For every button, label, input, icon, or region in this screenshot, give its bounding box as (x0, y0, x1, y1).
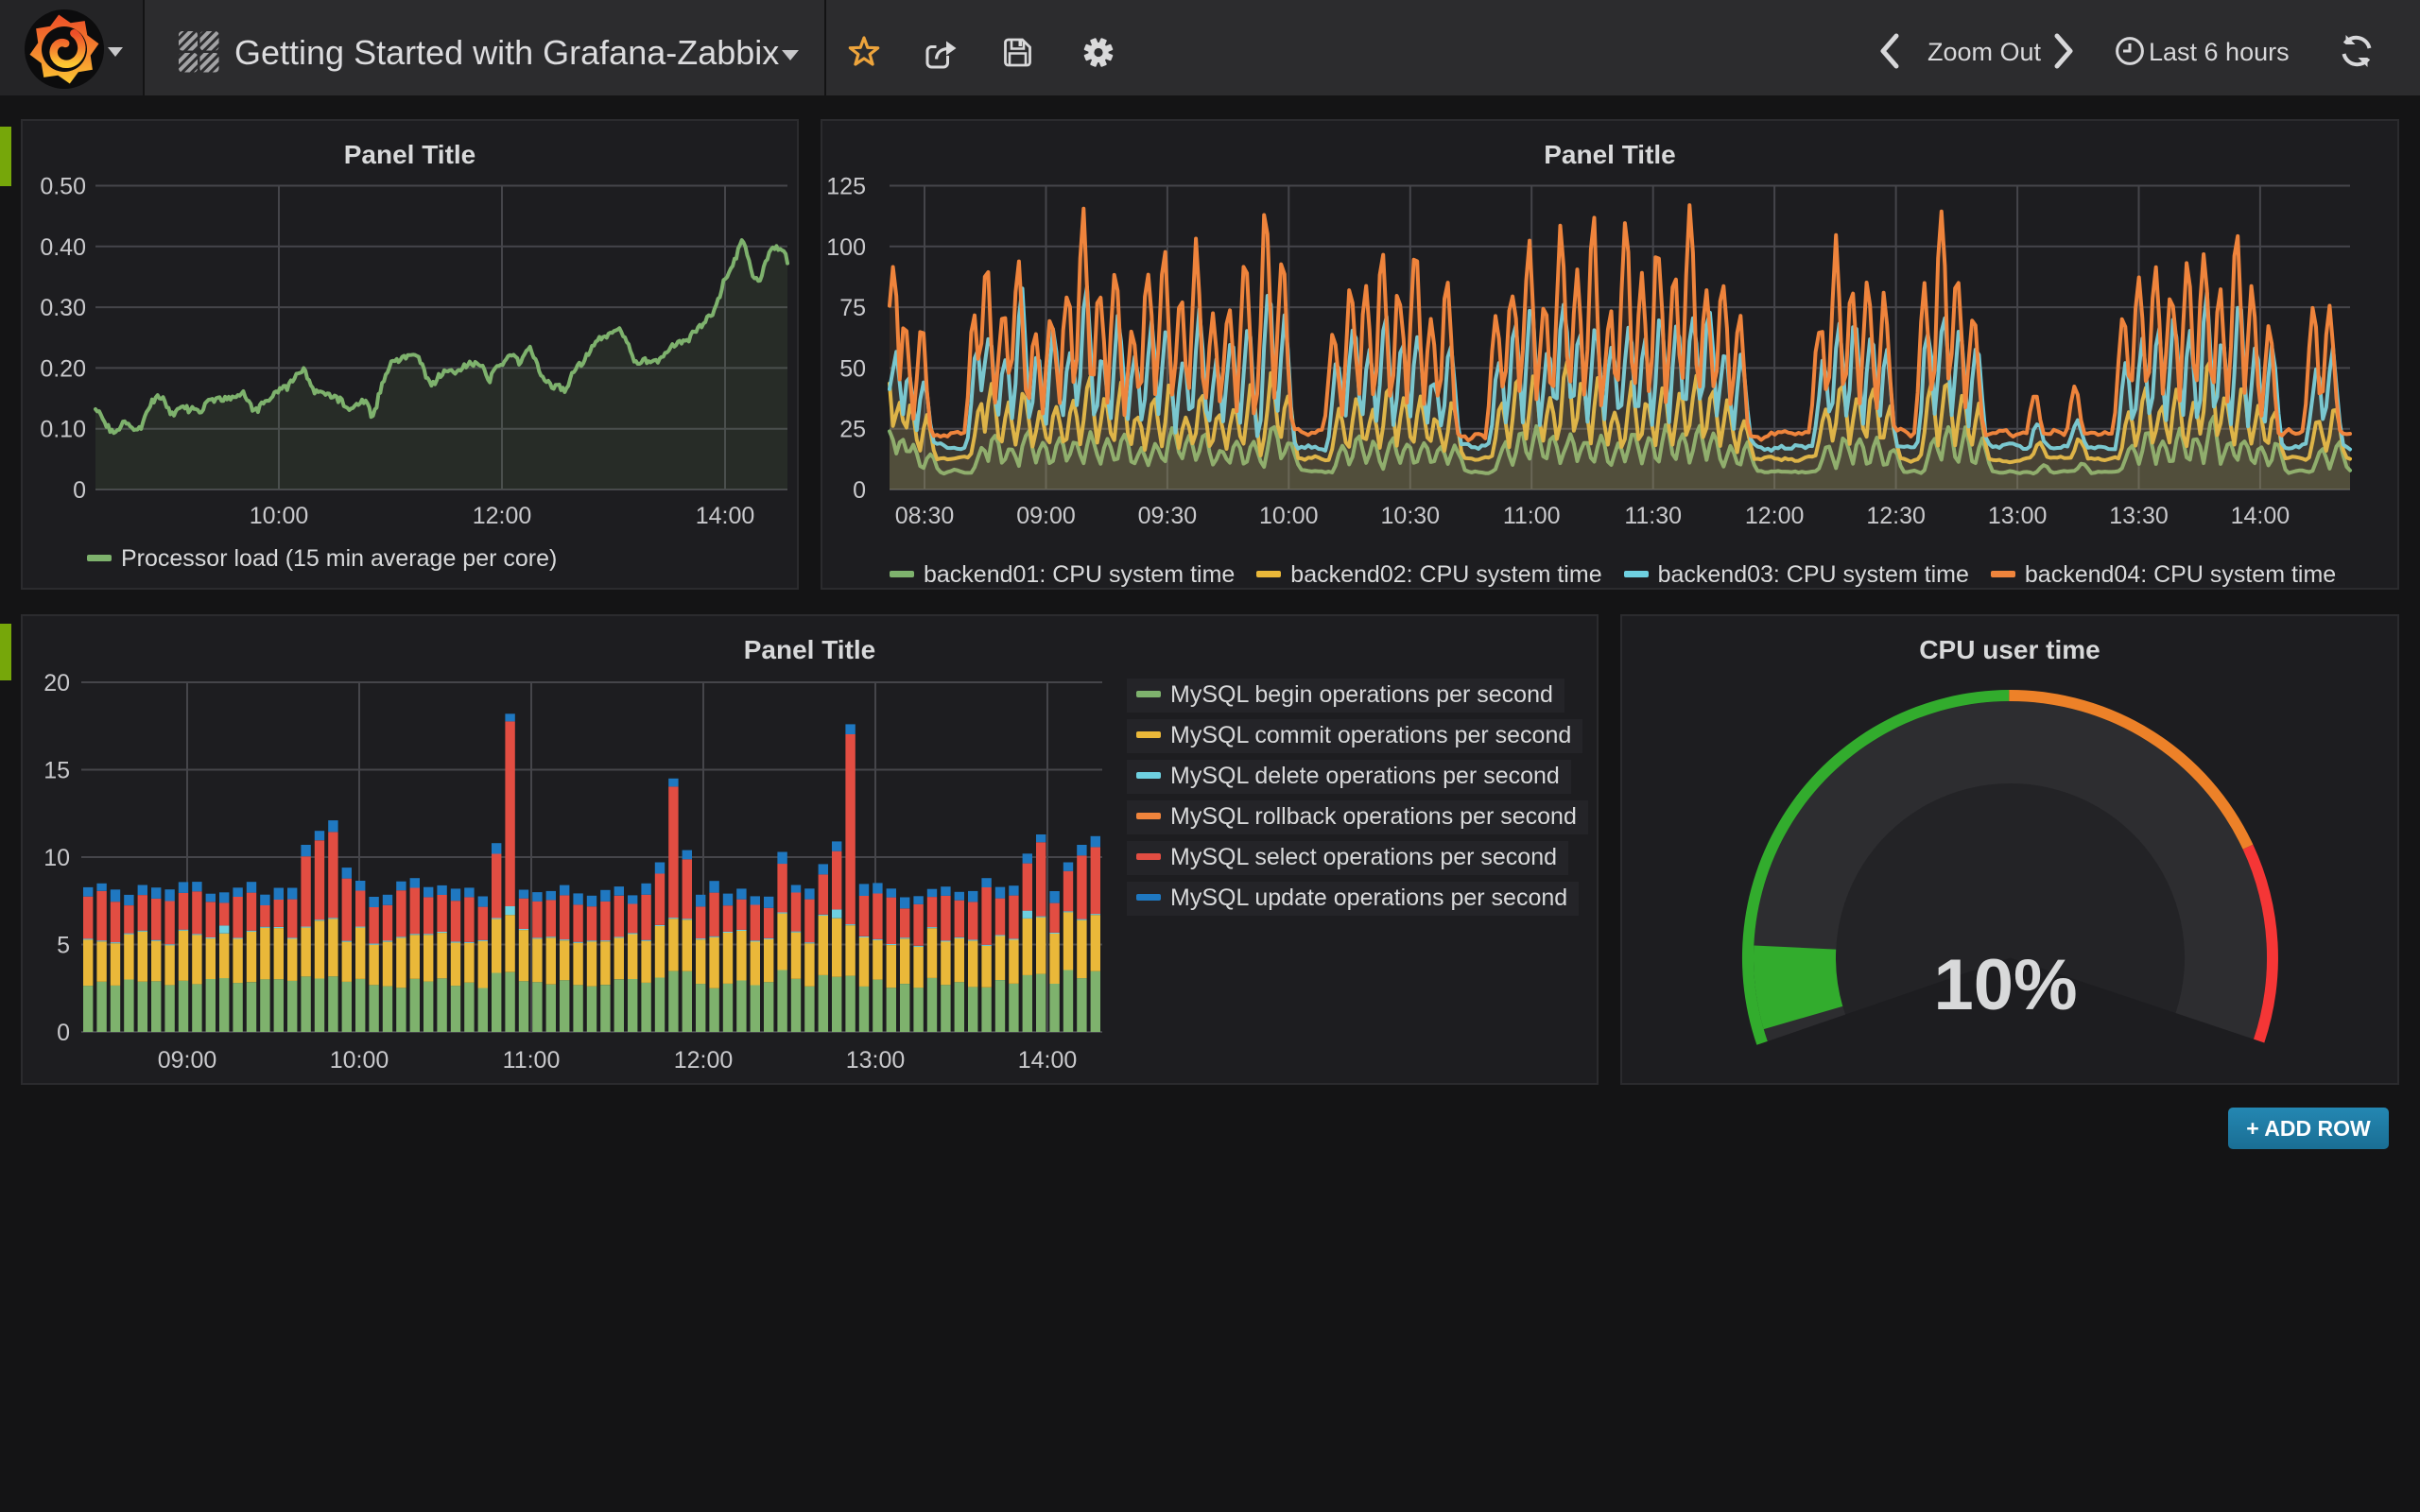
svg-text:14:00: 14:00 (1018, 1047, 1078, 1074)
svg-text:12:00: 12:00 (473, 503, 532, 529)
svg-text:5: 5 (57, 933, 70, 959)
svg-text:125: 125 (826, 174, 866, 200)
svg-text:12:00: 12:00 (674, 1047, 734, 1074)
svg-text:09:30: 09:30 (1138, 503, 1198, 529)
svg-text:10:00: 10:00 (1259, 503, 1319, 529)
svg-text:10%: 10% (1933, 945, 2077, 1025)
svg-text:10:00: 10:00 (330, 1047, 389, 1074)
svg-text:75: 75 (839, 295, 866, 321)
svg-text:13:00: 13:00 (1988, 503, 2048, 529)
svg-text:13:30: 13:30 (2109, 503, 2169, 529)
svg-text:12:00: 12:00 (1745, 503, 1805, 529)
svg-text:14:00: 14:00 (2231, 503, 2290, 529)
svg-text:20: 20 (43, 670, 70, 696)
svg-text:0: 0 (73, 477, 86, 504)
svg-text:11:00: 11:00 (503, 1047, 561, 1074)
svg-text:0.50: 0.50 (40, 174, 86, 200)
svg-text:09:00: 09:00 (158, 1047, 217, 1074)
svg-text:0.20: 0.20 (40, 355, 86, 382)
svg-text:0: 0 (57, 1020, 70, 1046)
svg-text:11:00: 11:00 (1503, 503, 1561, 529)
svg-text:10:00: 10:00 (250, 503, 309, 529)
svg-text:0: 0 (853, 477, 866, 504)
svg-text:50: 50 (839, 355, 866, 382)
svg-text:14:00: 14:00 (696, 503, 755, 529)
svg-text:0.40: 0.40 (40, 234, 86, 261)
svg-text:25: 25 (839, 417, 866, 443)
svg-text:12:30: 12:30 (1866, 503, 1926, 529)
svg-text:08:30: 08:30 (895, 503, 955, 529)
svg-text:100: 100 (826, 234, 866, 261)
svg-text:10: 10 (43, 845, 70, 871)
svg-text:15: 15 (43, 758, 70, 784)
svg-text:10:30: 10:30 (1381, 503, 1441, 529)
svg-text:09:00: 09:00 (1016, 503, 1076, 529)
svg-text:13:00: 13:00 (846, 1047, 906, 1074)
svg-text:0.30: 0.30 (40, 295, 86, 321)
svg-text:11:30: 11:30 (1624, 503, 1682, 529)
svg-text:0.10: 0.10 (40, 417, 86, 443)
